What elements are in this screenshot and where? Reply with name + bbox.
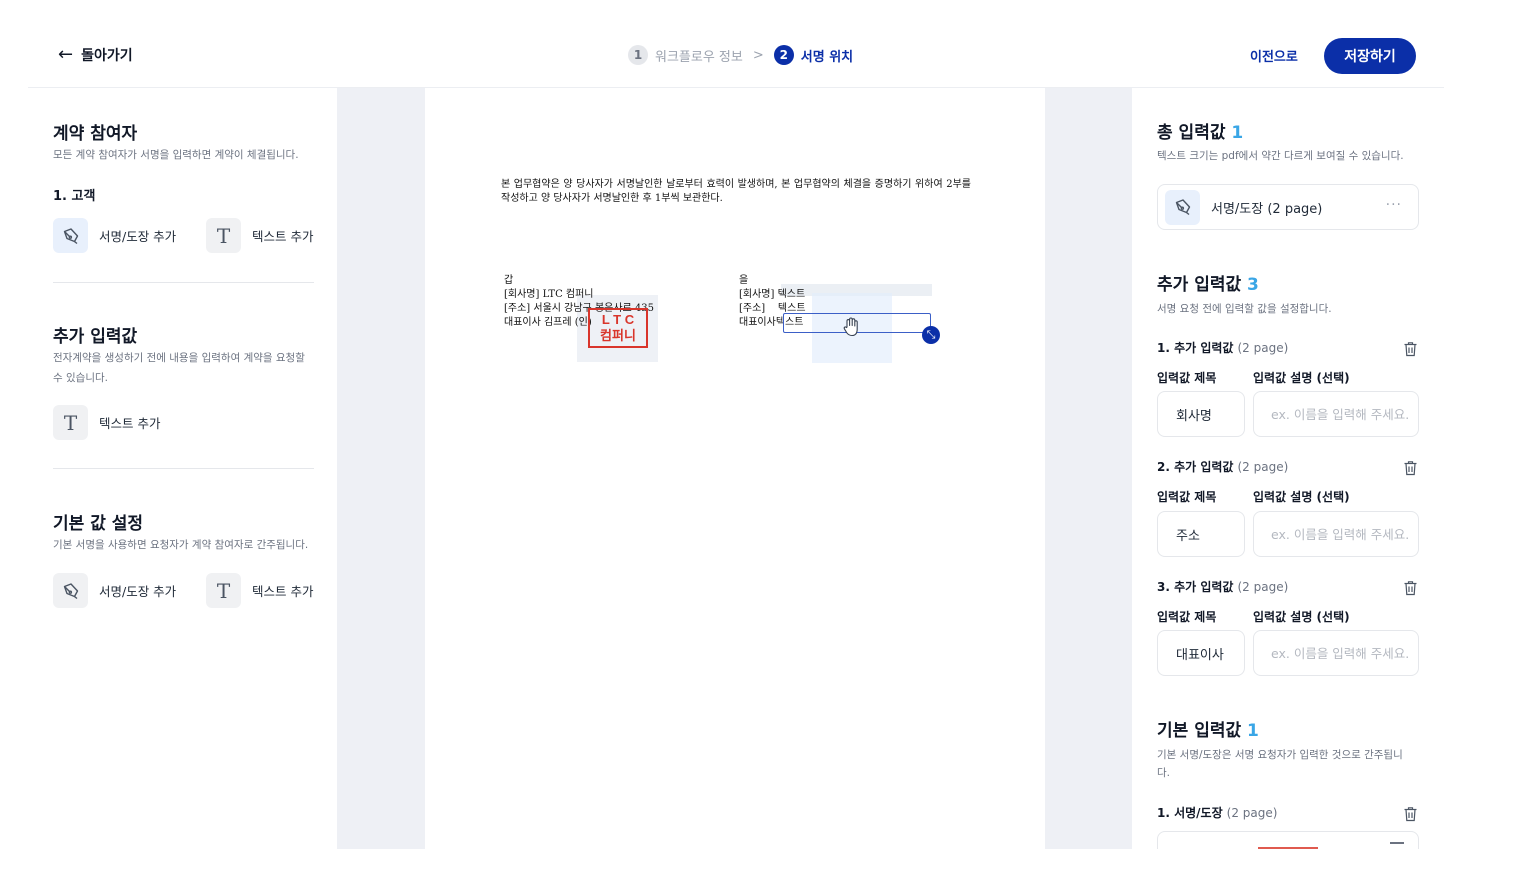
input-title-field[interactable]: 대표이사: [1157, 630, 1245, 676]
trash-icon[interactable]: [1403, 580, 1418, 596]
text-t-icon: T: [53, 405, 88, 440]
default-values-title: 기본 값 설정: [53, 514, 144, 534]
add-default-text-label: 텍스트 추가: [252, 584, 314, 599]
signature-preview: [1258, 847, 1318, 849]
input-desc-label: 입력값 설명 (선택): [1253, 610, 1350, 624]
input-desc-label: 입력값 설명 (선택): [1253, 371, 1350, 385]
add-default-signature-label: 서명/도장 추가: [99, 584, 177, 599]
step-1-label[interactable]: 워크플로우 정보: [655, 46, 743, 65]
total-inputs-title: 총 입력값 1: [1157, 118, 1243, 143]
basic-signature-card[interactable]: [1157, 831, 1419, 849]
trash-icon[interactable]: [1403, 460, 1418, 476]
step-2-label[interactable]: 서명 위치: [801, 46, 853, 65]
signature-card-label: 서명/도장 (2 page): [1211, 201, 1323, 217]
default-values-desc: 기본 서명을 사용하면 요청자가 계약 참여자로 간주됩니다.: [53, 539, 309, 551]
trash-icon[interactable]: [1390, 842, 1404, 848]
input-title-label: 입력값 제목: [1157, 610, 1217, 624]
input-desc-field[interactable]: [1253, 630, 1419, 676]
extra-input-item-2-title: 2. 추가 입력값: [1157, 460, 1234, 474]
divider: [53, 468, 314, 469]
left-panel: 계약 참여자 모든 계약 참여자가 서명을 입력하면 계약이 체결됩니다. 1.…: [28, 89, 337, 849]
company-seal[interactable]: L T C 컴퍼니: [588, 308, 648, 348]
basic-input-item-1-head: 1. 서명/도장 (2 page): [1157, 804, 1277, 821]
trash-icon[interactable]: [1403, 341, 1418, 357]
arrow-left-icon: ←: [58, 44, 74, 65]
pen-nib-icon: [53, 573, 88, 608]
input-desc-field[interactable]: [1253, 391, 1419, 437]
input-title-field[interactable]: 주소: [1157, 511, 1245, 557]
step-separator: >: [752, 47, 764, 63]
party-b-company-field[interactable]: 텍스트: [778, 289, 806, 300]
basic-input-item-1-title: 1. 서명/도장: [1157, 806, 1223, 820]
add-extra-text-button[interactable]: T 텍스트 추가: [53, 405, 160, 440]
more-icon[interactable]: ···: [1386, 197, 1402, 213]
basic-inputs-title-text: 기본 입력값: [1157, 721, 1242, 741]
pen-nib-icon: [53, 218, 88, 253]
extra-input-item-2-page: (2 page): [1237, 460, 1289, 474]
seal-text: L T C 컴퍼니: [600, 312, 636, 343]
back-button[interactable]: ← 돌아가기: [58, 45, 133, 65]
back-label: 돌아가기: [81, 48, 133, 64]
participants-desc: 모든 계약 참여자가 서명을 입력하면 계약이 체결됩니다.: [53, 149, 299, 161]
extra-input-item-3-page: (2 page): [1237, 580, 1289, 594]
extra-input-item-1-head: 1. 추가 입력값 (2 page): [1157, 339, 1288, 356]
text-t-icon: T: [206, 573, 241, 608]
party-a-company: [회사명] LTC 컴퍼니: [504, 289, 594, 300]
extra-inputs-desc: 서명 요청 전에 입력할 값을 설정합니다.: [1157, 303, 1332, 315]
save-button[interactable]: 저장하기: [1324, 38, 1416, 74]
customer-label: 1. 고객: [53, 189, 96, 204]
add-signature-button[interactable]: 서명/도장 추가: [53, 218, 176, 253]
input-title-label: 입력값 제목: [1157, 371, 1217, 385]
basic-inputs-desc: 기본 서명/도장은 서명 요청자가 입력한 것으로 간주됩니다.: [1157, 749, 1403, 779]
extra-inputs-count: 3: [1247, 275, 1259, 295]
stepper: 1 워크플로우 정보 > 2 서명 위치: [628, 45, 853, 65]
add-signature-label: 서명/도장 추가: [99, 229, 177, 244]
right-panel: 총 입력값 1 텍스트 크기는 pdf에서 약간 다르게 보여질 수 있습니다.…: [1132, 88, 1444, 849]
add-text-button[interactable]: T 텍스트 추가: [206, 218, 313, 253]
basic-inputs-title: 기본 입력값 1: [1157, 716, 1259, 741]
total-inputs-desc: 텍스트 크기는 pdf에서 약간 다르게 보여질 수 있습니다.: [1157, 150, 1404, 162]
party-b-ceo-label: 대표이사: [739, 317, 776, 328]
document-page[interactable]: 본 업무협약은 양 당사자가 서명날인한 날로부터 효력이 발생하며, 본 업무…: [425, 88, 1045, 849]
top-bar: ← 돌아가기 1 워크플로우 정보 > 2 서명 위치 이전으로 저장하기: [28, 0, 1444, 88]
party-b-heading: 을: [739, 275, 749, 286]
add-extra-text-label: 텍스트 추가: [99, 416, 161, 431]
grab-hand-icon[interactable]: [842, 316, 862, 338]
input-desc-field[interactable]: [1253, 511, 1419, 557]
party-b-company-label: [회사명]: [739, 289, 775, 300]
extra-input-item-3-head: 3. 추가 입력값 (2 page): [1157, 578, 1288, 595]
party-b-address-label: [주소]: [739, 303, 766, 314]
pen-nib-icon: [1165, 189, 1200, 225]
signature-input-card[interactable]: 서명/도장 (2 page) ···: [1157, 184, 1419, 230]
step-2-number[interactable]: 2: [773, 45, 794, 65]
resize-handle-icon[interactable]: ⤡: [922, 326, 940, 344]
extra-inputs-title: 추가 입력값 3: [1157, 270, 1259, 295]
party-a-heading: 갑: [504, 275, 514, 286]
basic-inputs-count: 1: [1247, 721, 1259, 741]
extra-input-desc: 전자계약을 생성하기 전에 내용을 입력하여 계약을 요청할 수 있습니다.: [53, 352, 305, 384]
add-text-label: 텍스트 추가: [252, 229, 314, 244]
previous-button[interactable]: 이전으로: [1250, 46, 1298, 65]
extra-input-title: 추가 입력값: [53, 327, 138, 347]
step-1-number[interactable]: 1: [628, 45, 648, 65]
text-t-icon: T: [206, 218, 241, 253]
input-title-field[interactable]: 회사명: [1157, 391, 1245, 437]
add-default-signature-button[interactable]: 서명/도장 추가: [53, 573, 176, 608]
input-title-label: 입력값 제목: [1157, 490, 1217, 504]
extra-input-item-2-head: 2. 추가 입력값 (2 page): [1157, 458, 1288, 475]
total-inputs-title-text: 총 입력값: [1157, 123, 1226, 143]
input-desc-label: 입력값 설명 (선택): [1253, 490, 1350, 504]
divider: [53, 282, 314, 283]
participants-title: 계약 참여자: [53, 124, 138, 144]
total-inputs-count: 1: [1231, 123, 1244, 143]
extra-input-item-3-title: 3. 추가 입력값: [1157, 580, 1234, 594]
extra-inputs-title-text: 추가 입력값: [1157, 275, 1242, 295]
add-default-text-button[interactable]: T 텍스트 추가: [206, 573, 313, 608]
agreement-paragraph: 본 업무협약은 양 당사자가 서명날인한 날로부터 효력이 발생하며, 본 업무…: [501, 179, 971, 204]
extra-input-item-1-title: 1. 추가 입력값: [1157, 341, 1234, 355]
party-b-company-row: [회사명] 텍스트: [739, 288, 806, 302]
extra-input-item-1-page: (2 page): [1237, 341, 1289, 355]
basic-input-item-1-page: (2 page): [1226, 806, 1278, 820]
trash-icon[interactable]: [1403, 806, 1418, 822]
